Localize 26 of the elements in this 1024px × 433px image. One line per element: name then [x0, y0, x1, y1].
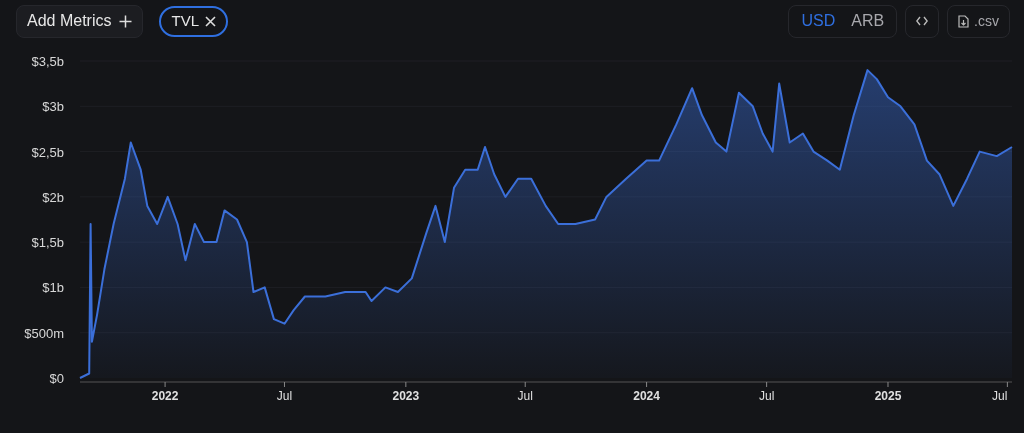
x-axis-label: Jul	[992, 389, 1008, 403]
plus-icon	[119, 14, 133, 28]
add-metrics-button[interactable]: Add Metrics	[16, 4, 144, 38]
y-axis-label: $0	[49, 371, 64, 386]
y-axis-label: $1b	[42, 280, 64, 296]
y-axis-label: $2b	[42, 189, 64, 205]
y-axis-label: $2,5b	[31, 144, 64, 160]
x-axis-label: 2022	[151, 389, 179, 403]
csv-download-button[interactable]: .csv	[947, 4, 1010, 38]
x-axis-label: Jul	[758, 389, 775, 403]
x-axis-label: Jul	[276, 389, 293, 403]
currency-tab[interactable]: ARB	[843, 9, 893, 33]
x-axis-label: 2023	[392, 389, 420, 403]
close-icon[interactable]	[205, 15, 216, 27]
currency-tab[interactable]: USD	[793, 9, 844, 33]
y-axis-label: $3,5b	[31, 54, 64, 69]
x-axis-label: Jul	[517, 389, 533, 403]
file-download-icon	[958, 14, 970, 28]
y-axis-label: $500m	[24, 325, 64, 341]
metric-chip[interactable]: TVL	[159, 5, 228, 37]
y-axis-label: $1,5b	[31, 235, 64, 251]
x-axis-label: 2025	[874, 389, 902, 403]
y-axis-label: $3b	[42, 99, 64, 115]
code-icon	[916, 16, 929, 26]
embed-button[interactable]	[905, 4, 940, 38]
x-axis-label: 2024	[633, 389, 660, 403]
